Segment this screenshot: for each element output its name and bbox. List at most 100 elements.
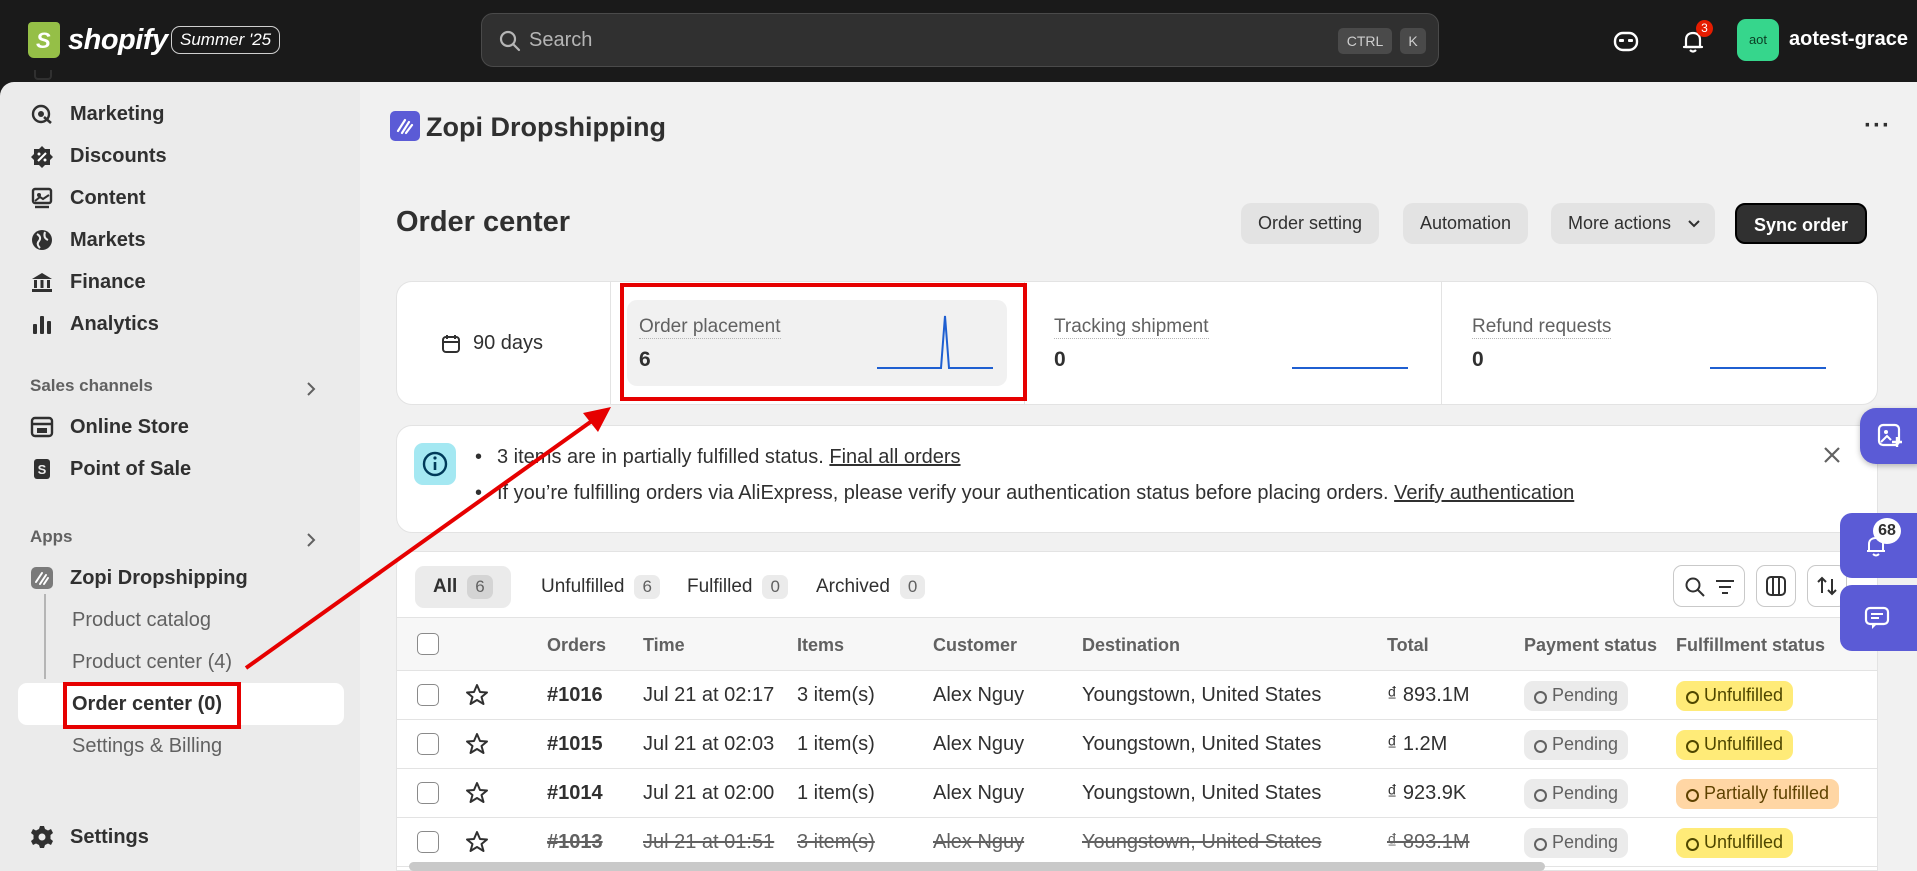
shopify-logo[interactable]: S shopify (28, 22, 168, 58)
tab-fulfilled[interactable]: Fulfilled 0 (669, 566, 806, 608)
orders-table-card: All 6 Unfulfilled 6 Fulfilled 0 Archived 0 O… (396, 551, 1878, 871)
search-bar[interactable]: Search CTRL K (481, 13, 1439, 67)
tab-unfulfilled[interactable]: Unfulfilled 6 (523, 566, 678, 608)
fulfillment-status-badge: Unfulfilled (1676, 730, 1794, 760)
column-header[interactable]: Payment status (1524, 635, 1657, 656)
order-setting-button[interactable]: Order setting (1241, 203, 1380, 244)
sidebar-subitem-settings-billing[interactable]: Settings & Billing (72, 735, 222, 758)
table-row[interactable]: #1013 Jul 21 at 01:51 3 item(s) Alex Ngu… (397, 818, 1877, 867)
tab-count: 6 (467, 575, 493, 599)
table-row[interactable]: #1016 Jul 21 at 02:17 3 item(s) Alex Ngu… (397, 671, 1877, 720)
date-range-label: 90 days (473, 332, 544, 354)
search-input[interactable]: Search (529, 29, 592, 52)
order-number[interactable]: #1014 (547, 782, 603, 805)
sidebar-item-online-store[interactable]: Online Store (30, 410, 189, 444)
star-icon[interactable] (465, 683, 489, 707)
table-row[interactable]: #1014 Jul 21 at 02:00 1 item(s) Alex Ngu… (397, 769, 1877, 818)
sidebar-item-discounts[interactable]: Discounts (30, 139, 167, 173)
automation-button[interactable]: Automation (1403, 203, 1529, 244)
order-items: 1 item(s) (797, 733, 875, 755)
sidebar-item-label: Discounts (70, 144, 167, 167)
table-row[interactable]: #1015 Jul 21 at 02:03 1 item(s) Alex Ngu… (397, 720, 1877, 769)
chat-widget[interactable] (1840, 585, 1917, 651)
column-header[interactable]: Destination (1082, 635, 1180, 656)
row-checkbox[interactable] (417, 782, 439, 804)
avatar[interactable]: aot (1737, 19, 1779, 61)
sidebar-subitem-product-center[interactable]: Product center (4) (72, 651, 232, 674)
sidebar-item-content[interactable]: Content (30, 181, 146, 215)
column-header[interactable]: Items (797, 635, 844, 656)
sidebar-item-marketing[interactable]: Marketing (30, 97, 164, 131)
star-icon[interactable] (465, 781, 489, 805)
discount-icon (31, 146, 53, 168)
order-number[interactable]: #1016 (547, 684, 603, 707)
sidebar-item-zopi[interactable]: Zopi Dropshipping (30, 561, 248, 595)
tab-label: Unfulfilled (541, 576, 625, 597)
annotation-highlight-order-placement (620, 283, 1027, 401)
app-title: Zopi Dropshipping (426, 112, 666, 142)
chevron-right-icon[interactable] (302, 380, 320, 398)
stat-value: 0 (1054, 348, 1066, 371)
search-filter-button[interactable] (1673, 565, 1745, 607)
sidebar-item-label: Marketing (70, 102, 165, 125)
order-number[interactable]: #1013 (547, 831, 603, 854)
refund-requests-card[interactable]: Refund requests 0 (1460, 300, 1840, 386)
stat-value: 0 (1472, 348, 1484, 371)
sidebar-item-finance[interactable]: Finance (30, 265, 146, 299)
star-icon[interactable] (465, 732, 489, 756)
apps-heading[interactable]: Apps (30, 527, 73, 547)
tab-all[interactable]: All 6 (415, 566, 511, 608)
column-header[interactable]: Time (643, 635, 685, 656)
verify-authentication-link[interactable]: Verify authentication (1394, 482, 1574, 504)
sync-order-button[interactable]: Sync order (1735, 203, 1868, 244)
select-all-checkbox[interactable] (417, 633, 439, 655)
edition-badge[interactable]: Summer '25 (171, 26, 281, 54)
store-name[interactable]: aotest-grace (1789, 28, 1908, 51)
banner-text: 3 items are in partially fulfilled statu… (497, 446, 824, 468)
sidebar-item-settings[interactable]: Settings (30, 820, 149, 854)
row-checkbox[interactable] (417, 684, 439, 706)
tab-archived[interactable]: Archived 0 (798, 566, 943, 608)
row-checkbox[interactable] (417, 831, 439, 853)
tracking-shipment-card[interactable]: Tracking shipment 0 (1042, 300, 1422, 386)
divider (610, 282, 611, 404)
final-all-orders-link[interactable]: Final all orders (829, 446, 960, 468)
columns-button[interactable] (1756, 565, 1796, 607)
sidebar-subitem-product-catalog[interactable]: Product catalog (72, 609, 211, 632)
sidebar: Marketing Discounts Content Markets Fina… (0, 70, 360, 871)
more-actions-button[interactable]: More actions (1551, 203, 1716, 244)
order-items: 1 item(s) (797, 782, 875, 804)
column-header[interactable]: Fulfillment status (1676, 635, 1825, 656)
sales-channels-heading[interactable]: Sales channels (30, 376, 153, 396)
fulfillment-status-badge: Unfulfilled (1676, 681, 1794, 711)
zopi-logo-icon (390, 111, 420, 141)
sidekick-icon[interactable] (1611, 26, 1641, 56)
star-icon[interactable] (465, 830, 489, 854)
truncated-nav-icon (34, 70, 52, 80)
close-icon[interactable] (1821, 444, 1843, 466)
image-search-widget[interactable] (1860, 408, 1917, 464)
sidebar-item-analytics[interactable]: Analytics (30, 307, 159, 341)
horizontal-scrollbar[interactable] (409, 862, 1545, 871)
bank-icon (32, 273, 52, 292)
tab-count: 0 (899, 575, 926, 599)
column-header[interactable]: Total (1387, 635, 1429, 656)
column-header[interactable]: Orders (547, 635, 606, 656)
more-menu-icon[interactable]: ··· (1864, 112, 1891, 140)
notification-badge: 3 (1696, 20, 1713, 37)
order-number[interactable]: #1015 (547, 733, 603, 756)
order-time: Jul 21 at 01:51 (643, 831, 775, 853)
order-total: ₫ 893.1M (1387, 684, 1470, 706)
order-customer: Alex Nguy (933, 782, 1025, 804)
payment-status-badge: Pending (1524, 730, 1629, 760)
order-destination: Youngstown, United States (1082, 831, 1322, 853)
columns-icon (1766, 576, 1786, 596)
order-destination: Youngstown, United States (1082, 733, 1322, 755)
sidebar-item-markets[interactable]: Markets (30, 223, 146, 257)
image-search-icon (1877, 423, 1902, 447)
row-checkbox[interactable] (417, 733, 439, 755)
date-range-selector[interactable]: 90 days (441, 332, 543, 355)
sidebar-item-point-of-sale[interactable]: S Point of Sale (30, 452, 191, 486)
chevron-right-icon[interactable] (302, 531, 320, 549)
column-header[interactable]: Customer (933, 635, 1017, 656)
